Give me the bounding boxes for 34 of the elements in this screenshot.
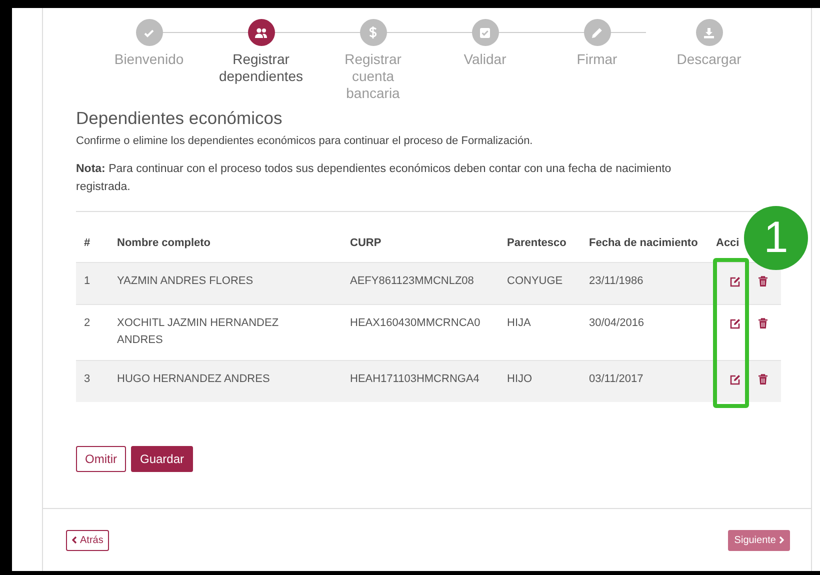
- step-label: Bienvenido: [113, 51, 185, 68]
- table-cell: HUGO HERNANDEZ ANDRES: [117, 372, 270, 384]
- table-cell: HIJA: [507, 316, 531, 328]
- table-cell: 23/11/1986: [589, 274, 644, 286]
- table-cell: XOCHITL JAZMIN HERNANDEZ ANDRES: [117, 316, 279, 346]
- column-header: Parentesco: [507, 236, 566, 248]
- table-cell: YAZMIN ANDRES FLORES: [117, 274, 254, 286]
- column-header: CURP: [350, 236, 382, 248]
- table-cell: CONYUGE: [507, 274, 563, 286]
- table-cell: 1: [84, 274, 90, 286]
- step-label: Registrar cuenta bancaria: [344, 51, 402, 102]
- table-cell: 2: [84, 316, 90, 328]
- column-header: Fecha de nacimiento: [589, 236, 698, 248]
- action-button[interactable]: Omitir: [76, 446, 126, 472]
- table-cell: HIJO: [507, 372, 532, 384]
- table-cell: HEAX160430MMCRNCA0: [350, 316, 480, 328]
- next-button[interactable]: Siguiente: [728, 530, 790, 550]
- table-cell: 30/04/2016: [589, 316, 644, 328]
- table-cell: HEAH171103HMCRNGA4: [350, 372, 480, 384]
- step-label: Descargar: [676, 51, 742, 68]
- back-button[interactable]: Atrás: [66, 530, 110, 550]
- table-cell: 03/11/2017: [589, 372, 644, 384]
- step-label: Firmar: [576, 51, 618, 68]
- table-cell: 3: [84, 372, 90, 384]
- column-header: #: [84, 236, 90, 248]
- column-header: Acci: [716, 236, 740, 248]
- column-header: Nombre completo: [117, 236, 211, 248]
- table-cell: AEFY861123MMCNLZ08: [350, 274, 474, 286]
- step-label: Registrar dependientes: [218, 51, 304, 85]
- note-text: Nota: Para continuar con el proceso todos sus dependientes económicos deben contar con una fecha de nacimiento registrada.: [76, 162, 672, 195]
- step-label: Validar: [462, 51, 508, 68]
- action-button[interactable]: Guardar: [131, 446, 194, 472]
- section-title: Dependientes económicos: [76, 108, 284, 129]
- intro-text: Confirme o elimine los dependientes económicos para continuar el proceso de Formalización.: [76, 135, 534, 147]
